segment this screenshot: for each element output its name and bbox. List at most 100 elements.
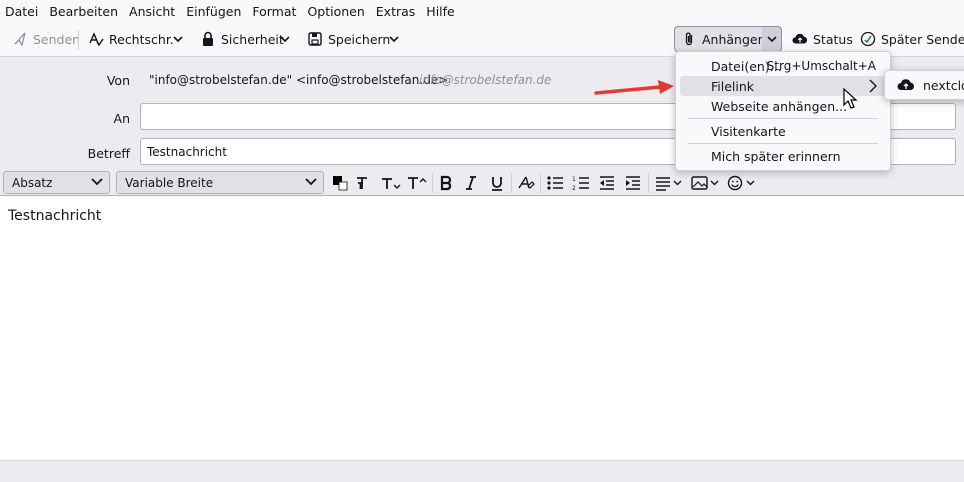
chevron-down-icon (766, 36, 777, 43)
menu-format[interactable]: Format (251, 4, 297, 19)
underline-button[interactable] (488, 173, 506, 193)
outdent-icon (600, 176, 614, 190)
smiley-icon (727, 175, 755, 191)
menu-item-vcard-label: Visitenkarte (711, 123, 786, 139)
indent-button[interactable] (623, 173, 643, 193)
spelling-button[interactable]: Rechtschr. (82, 26, 180, 52)
spelling-dropdown[interactable] (170, 28, 186, 50)
menu-item-webpage-label: Webseite anhängen... (711, 98, 848, 114)
subject-label: Betreff (87, 146, 130, 161)
svg-text:2: 2 (572, 185, 576, 191)
menu-bearbeiten[interactable]: Bearbeiten (48, 4, 119, 19)
italic-icon (466, 176, 476, 190)
emoji-button[interactable] (726, 173, 758, 193)
bold-icon (440, 175, 452, 191)
image-icon (691, 176, 719, 190)
clear-formatting-button[interactable] (516, 173, 536, 193)
send-label: Senden (33, 31, 81, 47)
menu-item-files[interactable]: Datei(en)... Strg+Umschalt+A (680, 56, 886, 76)
numbered-list-icon: 12 (572, 176, 589, 191)
text-increase-icon (408, 177, 427, 189)
svg-text:1: 1 (572, 176, 576, 183)
send-later-button[interactable]: Später Senden (854, 26, 964, 52)
menu-item-files-accel: Strg+Umschalt+A (766, 59, 876, 73)
color-swatch-icon (333, 176, 348, 191)
align-button[interactable] (653, 173, 685, 193)
italic-button[interactable] (462, 173, 480, 193)
numbered-list-button[interactable]: 12 (571, 173, 591, 193)
security-dropdown[interactable] (277, 28, 293, 50)
format-separator (511, 173, 512, 193)
text-decrease-icon (382, 178, 401, 189)
font-size-smaller-button[interactable] (354, 173, 374, 193)
from-identity: info@strobelstefan.de (419, 73, 552, 87)
menubar: Datei Bearbeiten Ansicht Einfügen Format… (0, 0, 964, 22)
spellcheck-icon (88, 31, 104, 47)
message-editor[interactable]: Testnachricht (0, 197, 964, 460)
from-value[interactable]: "info@strobelstefan.de" <info@strobelste… (149, 73, 448, 87)
security-label: Sicherheit (221, 31, 284, 47)
send-button[interactable]: Senden (6, 26, 86, 52)
cloud-icon (897, 78, 915, 92)
paperclip-icon (681, 31, 697, 47)
attach-button[interactable]: Anhängen (674, 26, 773, 52)
menu-separator (688, 118, 878, 119)
indent-icon (626, 176, 640, 190)
mouse-cursor-icon (843, 88, 858, 109)
status-button[interactable]: Status (786, 26, 859, 52)
menu-item-remind-later[interactable]: Mich später erinnern (680, 146, 886, 166)
format-separator (648, 173, 649, 193)
save-icon (307, 31, 323, 47)
text-smaller-icon (357, 177, 367, 189)
attach-menu: Datei(en)... Strg+Umschalt+A Filelink We… (675, 51, 891, 171)
menu-item-vcard[interactable]: Visitenkarte (680, 121, 886, 141)
chevron-down-icon (305, 178, 317, 186)
insert-button[interactable] (690, 173, 722, 193)
bullet-list-button[interactable] (545, 173, 565, 193)
menu-extras[interactable]: Extras (375, 4, 417, 19)
chevron-down-icon (173, 36, 183, 43)
security-button[interactable]: Sicherheit (194, 26, 290, 52)
font-value: Variable Breite (125, 175, 214, 190)
bullet-list-icon (547, 176, 563, 190)
submenu-item-nextcloud[interactable]: nextcloud (897, 78, 964, 93)
font-select[interactable]: Variable Breite (116, 171, 324, 194)
chevron-down-icon (389, 36, 399, 43)
align-left-icon (656, 177, 682, 191)
font-size-increase-button[interactable] (406, 173, 428, 193)
status-bar (0, 460, 964, 482)
save-button[interactable]: Speichern (301, 26, 396, 52)
text-color-button[interactable] (330, 173, 350, 193)
format-separator (540, 173, 541, 193)
send-icon (12, 31, 28, 47)
menu-item-remind-later-label: Mich später erinnern (711, 148, 841, 164)
paragraph-format-select[interactable]: Absatz (3, 171, 110, 194)
message-body: Testnachricht (8, 208, 102, 224)
menu-hilfe[interactable]: Hilfe (425, 4, 455, 19)
save-label: Speichern (328, 31, 391, 47)
compose-window: Datei Bearbeiten Ansicht Einfügen Format… (0, 0, 964, 482)
submenu-item-nextcloud-label: nextcloud (923, 77, 964, 93)
cloud-icon (792, 31, 808, 47)
subject-value: Testnachricht (147, 144, 227, 159)
menu-einfuegen[interactable]: Einfügen (185, 4, 242, 19)
annotation-arrow-icon (594, 80, 674, 95)
outdent-button[interactable] (597, 173, 617, 193)
filelink-submenu: nextcloud (884, 70, 964, 100)
menu-optionen[interactable]: Optionen (306, 4, 365, 19)
save-dropdown[interactable] (386, 28, 402, 50)
menu-datei[interactable]: Datei (4, 4, 39, 19)
format-toolbar: Absatz Variable Breite 1 2 (0, 170, 964, 196)
clock-send-icon (860, 31, 876, 47)
font-size-decrease-button[interactable] (380, 173, 402, 193)
chevron-down-icon (280, 36, 290, 43)
bold-button[interactable] (437, 173, 455, 193)
toolbar-separator (78, 30, 79, 50)
to-label: An (113, 111, 130, 126)
underline-icon (492, 177, 502, 191)
attach-dropdown[interactable] (762, 26, 782, 52)
send-later-label: Später Senden (881, 31, 964, 47)
menu-ansicht[interactable]: Ansicht (128, 4, 176, 19)
format-separator (432, 173, 433, 193)
menu-item-filelink-label: Filelink (711, 78, 755, 94)
